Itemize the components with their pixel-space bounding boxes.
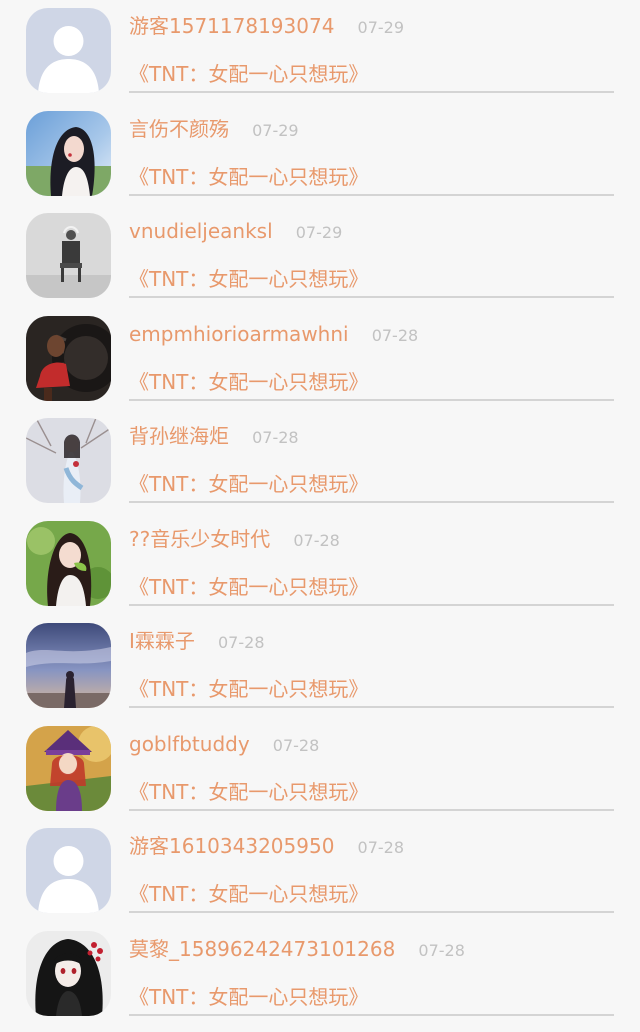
divider [129, 296, 614, 298]
book-title[interactable]: 《TNT：女配一心只想玩》 [129, 265, 368, 293]
winter-girl-avatar[interactable] [26, 418, 111, 503]
user-name[interactable]: I霖霖子 [129, 629, 195, 653]
divider [129, 1013, 614, 1016]
list-item[interactable]: 背孙继海炬 07-28 《TNT：女配一心只想玩》 [0, 410, 640, 513]
default-avatar[interactable] [26, 8, 111, 93]
list-item[interactable]: 游客1610343205950 07-28 《TNT：女配一心只想玩》 [0, 820, 640, 923]
divider [129, 808, 614, 811]
comment-date: 07-28 [371, 325, 419, 345]
list-item[interactable]: empmhiorioarmawhni 07-28 《TNT：女配一心只想玩》 [0, 308, 640, 411]
book-title[interactable]: 《TNT：女配一心只想玩》 [129, 163, 368, 191]
chair-photo-avatar[interactable] [26, 213, 111, 298]
divider [129, 603, 614, 606]
user-name[interactable]: ??音乐少女时代 [129, 527, 270, 551]
divider [129, 706, 614, 708]
comment-list: 游客1571178193074 07-29 《TNT：女配一心只想玩》 言伤不颜… [0, 0, 640, 1032]
divider [129, 501, 614, 503]
sky-scene-avatar[interactable] [26, 623, 111, 708]
book-title[interactable]: 《TNT：女配一心只想玩》 [129, 778, 368, 806]
girl-photo-avatar[interactable] [26, 110, 111, 196]
anime-dark-avatar[interactable] [26, 930, 111, 1016]
user-name[interactable]: 背孙继海炬 [129, 424, 229, 448]
list-item[interactable]: vnudieljeanksl 07-29 《TNT：女配一心只想玩》 [0, 205, 640, 308]
default-avatar[interactable] [26, 828, 111, 913]
user-name[interactable]: empmhiorioarmawhni [129, 322, 349, 346]
book-title[interactable]: 《TNT：女配一心只想玩》 [129, 983, 368, 1011]
book-title[interactable]: 《TNT：女配一心只想玩》 [129, 470, 368, 498]
divider [129, 398, 614, 401]
book-title[interactable]: 《TNT：女配一心只想玩》 [129, 573, 368, 601]
comment-date: 07-29 [295, 223, 343, 242]
comment-date: 07-28 [252, 428, 299, 447]
user-name[interactable]: 言伤不颜殇 [129, 117, 229, 141]
divider [129, 193, 614, 196]
comment-date: 07-28 [293, 530, 340, 550]
anime-witch-avatar[interactable] [26, 725, 111, 811]
comment-date: 07-28 [272, 735, 320, 755]
book-title[interactable]: 《TNT：女配一心只想玩》 [129, 60, 368, 88]
user-name[interactable]: goblfbtuddy [129, 732, 250, 756]
comment-date: 07-28 [357, 838, 405, 857]
user-name[interactable]: vnudieljeanksl [129, 219, 273, 243]
divider [129, 911, 614, 913]
user-name[interactable]: 游客1571178193074 [129, 14, 334, 38]
list-item[interactable]: 莫黎_15896242473101268 07-28 《TNT：女配一心只想玩》 [0, 923, 640, 1026]
comment-date: 07-28 [418, 940, 465, 960]
green-girl-avatar[interactable] [26, 520, 111, 606]
comment-date: 07-29 [252, 120, 299, 140]
list-item[interactable]: ??音乐少女时代 07-28 《TNT：女配一心只想玩》 [0, 513, 640, 616]
list-item[interactable]: I霖霖子 07-28 《TNT：女配一心只想玩》 [0, 615, 640, 718]
user-name[interactable]: 游客1610343205950 [129, 834, 334, 858]
book-title[interactable]: 《TNT：女配一心只想玩》 [129, 368, 368, 396]
list-item[interactable]: 游客1571178193074 07-29 《TNT：女配一心只想玩》 [0, 0, 640, 103]
comment-date: 07-28 [218, 633, 265, 652]
comment-date: 07-29 [357, 18, 405, 37]
tire-photo-avatar[interactable] [26, 315, 111, 401]
book-title[interactable]: 《TNT：女配一心只想玩》 [129, 675, 368, 703]
user-name[interactable]: 莫黎_15896242473101268 [129, 937, 395, 961]
book-title[interactable]: 《TNT：女配一心只想玩》 [129, 880, 368, 908]
list-item[interactable]: goblfbtuddy 07-28 《TNT：女配一心只想玩》 [0, 718, 640, 821]
divider [129, 91, 614, 93]
list-item[interactable]: 言伤不颜殇 07-29 《TNT：女配一心只想玩》 [0, 103, 640, 206]
